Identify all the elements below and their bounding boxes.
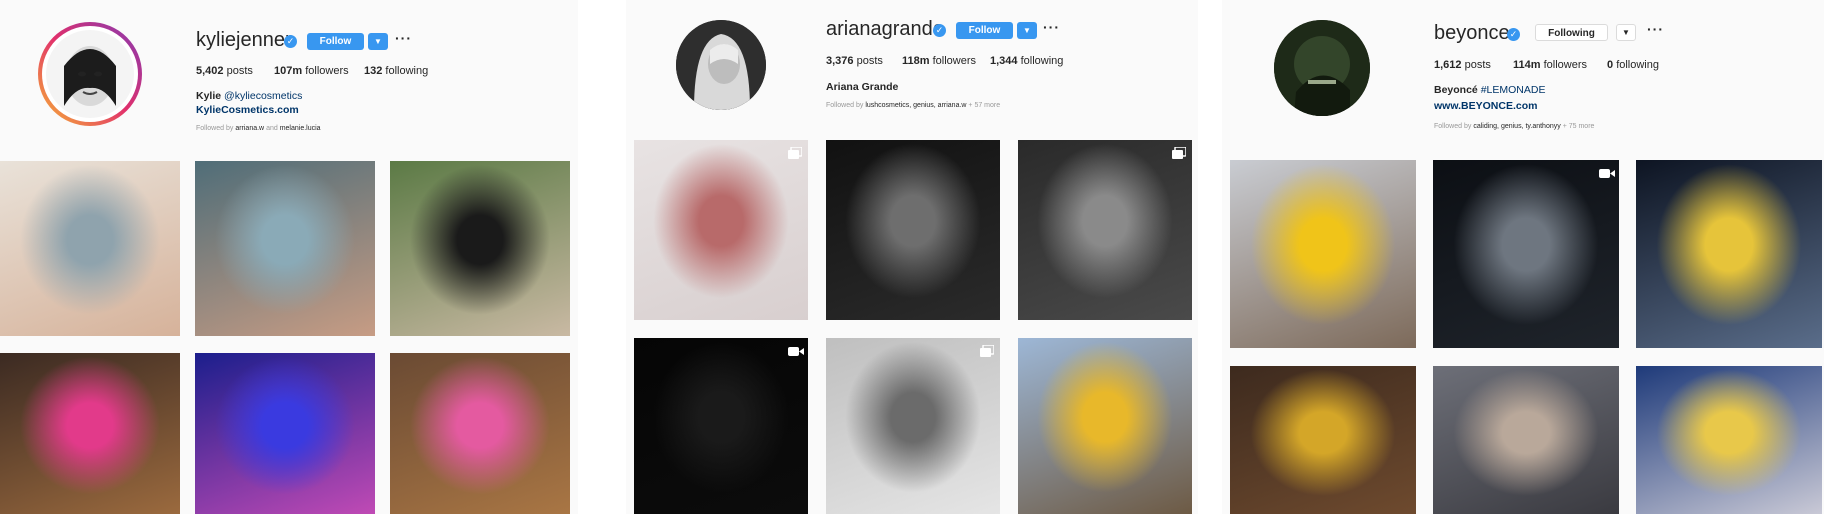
beyonce-post-1[interactable] — [1230, 160, 1416, 348]
followers-count[interactable]: 107m followers — [274, 65, 349, 77]
verified-badge-icon: ✓ — [933, 24, 946, 37]
follow-button[interactable]: Follow — [307, 33, 364, 50]
more-options-icon[interactable]: ··· — [395, 30, 412, 46]
more-options-icon[interactable]: ··· — [1647, 21, 1664, 37]
following-count[interactable]: 0 following — [1607, 59, 1659, 71]
avatar[interactable] — [1274, 20, 1370, 116]
ariana-post-5[interactable] — [826, 338, 1000, 514]
ariana-post-3[interactable] — [1018, 140, 1192, 320]
video-camera-icon — [1599, 166, 1615, 178]
bio-website-link[interactable]: KylieCosmetics.com — [196, 104, 299, 116]
username: arianagrande — [826, 18, 944, 40]
ariana-post-1[interactable] — [634, 140, 808, 320]
posts-count: 1,612 posts — [1434, 59, 1491, 71]
chevron-down-icon[interactable]: ▼ — [368, 33, 388, 50]
multiple-photos-icon — [788, 146, 803, 159]
kylie-post-2[interactable] — [195, 161, 375, 336]
multiple-photos-icon — [1172, 146, 1187, 159]
username: beyonce — [1434, 22, 1510, 44]
following-count[interactable]: 132 following — [364, 65, 428, 77]
posts-count: 5,402 posts — [196, 65, 253, 77]
bio-name: Ariana Grande — [826, 81, 899, 93]
avatar-illustration — [46, 30, 134, 118]
username: kyliejenner — [196, 29, 292, 51]
following-button[interactable]: Following — [1535, 24, 1608, 41]
bio-website-link[interactable]: www.BEYONCE.com — [1434, 100, 1537, 112]
avatar[interactable] — [42, 26, 138, 122]
follow-button[interactable]: Follow — [956, 22, 1013, 39]
beyonce-post-5[interactable] — [1433, 366, 1619, 514]
kylie-post-1[interactable] — [0, 161, 180, 336]
ariana-post-6[interactable] — [1018, 338, 1192, 514]
avatar[interactable] — [676, 20, 766, 110]
profile-panel-beyonce: beyonce ✓ Following ▼ ··· 1,612 posts 11… — [1222, 0, 1824, 514]
beyonce-post-4[interactable] — [1230, 366, 1416, 514]
verified-badge-icon: ✓ — [1507, 28, 1520, 41]
bio-name: Beyoncé #LEMONADE — [1434, 84, 1546, 96]
beyonce-post-2[interactable] — [1433, 160, 1619, 348]
ariana-post-4[interactable] — [634, 338, 808, 514]
beyonce-post-6[interactable] — [1636, 366, 1822, 514]
verified-badge-icon: ✓ — [284, 35, 297, 48]
beyonce-post-3[interactable] — [1636, 160, 1822, 348]
profile-panel-arianagrande: arianagrande ✓ Follow ▼ ··· 3,376 posts … — [626, 0, 1198, 514]
avatar-illustration — [676, 20, 766, 110]
kylie-post-6[interactable] — [390, 353, 570, 514]
avatar-illustration — [1274, 20, 1370, 116]
following-count[interactable]: 1,344 following — [990, 55, 1063, 67]
followed-by: Followed by arriana.w and melanie.lucia — [196, 125, 321, 132]
chevron-down-icon[interactable]: ▼ — [1616, 24, 1636, 41]
followers-count[interactable]: 114m followers — [1513, 59, 1587, 71]
more-options-icon[interactable]: ··· — [1043, 19, 1060, 35]
multiple-photos-icon — [980, 344, 995, 357]
video-camera-icon — [788, 344, 804, 356]
profile-panel-kyliejenner: kyliejenner ✓ Follow ▼ ··· 5,402 posts 1… — [0, 0, 578, 514]
posts-count: 3,376 posts — [826, 55, 883, 67]
followers-count[interactable]: 118m followers — [902, 55, 976, 67]
bio-name: Kylie @kyliecosmetics — [196, 90, 303, 102]
bio-hashtag-link[interactable]: #LEMONADE — [1481, 84, 1546, 96]
followed-by: Followed by lushcosmetics, genius, arria… — [826, 102, 1001, 109]
chevron-down-icon[interactable]: ▼ — [1017, 22, 1037, 39]
followed-by: Followed by caliding, genius, ty.anthony… — [1434, 123, 1595, 130]
ariana-post-2[interactable] — [826, 140, 1000, 320]
kylie-post-4[interactable] — [0, 353, 180, 514]
bio-mention-link[interactable]: @kyliecosmetics — [224, 90, 302, 102]
kylie-post-5[interactable] — [195, 353, 375, 514]
kylie-post-3[interactable] — [390, 161, 570, 336]
